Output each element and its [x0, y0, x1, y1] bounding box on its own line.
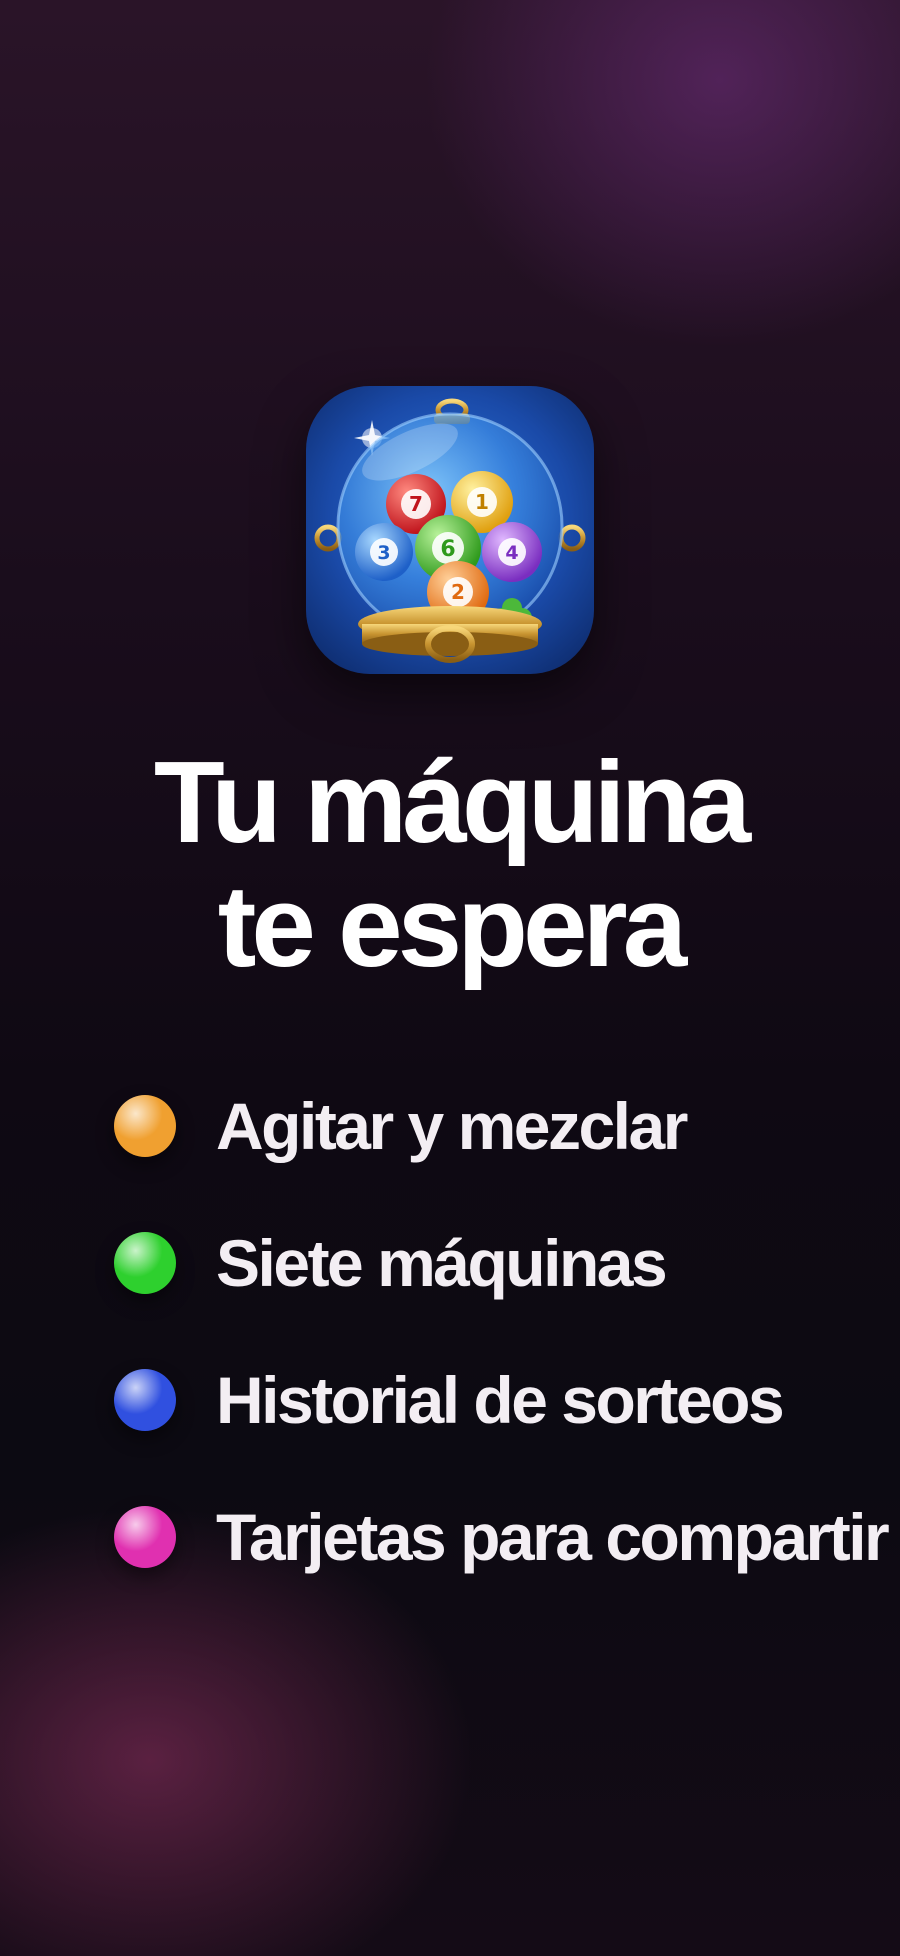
orange-ball-icon: [114, 1095, 176, 1157]
feature-list: Agitar y mezclar Siete máquinas Historia…: [0, 1058, 900, 1606]
svg-text:7: 7: [409, 492, 423, 516]
feature-label: Siete máquinas: [216, 1226, 668, 1300]
page-title-line-2: te espera: [217, 861, 687, 991]
feature-label: Tarjetas para compartir: [216, 1500, 890, 1574]
lottery-globe-icon: 7 1 3 6 4 2: [306, 386, 594, 674]
svg-text:2: 2: [451, 580, 465, 604]
page-title-line-1: Tu máquina: [153, 737, 751, 867]
svg-text:1: 1: [475, 490, 489, 514]
feature-item-shake-mix: Agitar y mezclar: [0, 1058, 900, 1195]
feature-item-share-cards: Tarjetas para compartir: [0, 1469, 900, 1606]
feature-item-draw-history: Historial de sorteos: [0, 1332, 900, 1469]
feature-item-seven-machines: Siete máquinas: [0, 1195, 900, 1332]
blue-ball-icon: [114, 1369, 176, 1431]
svg-text:3: 3: [377, 542, 390, 564]
green-ball-icon: [114, 1232, 176, 1294]
feature-label: Agitar y mezclar: [216, 1089, 688, 1163]
feature-label: Historial de sorteos: [216, 1363, 785, 1437]
page-title: Tu máquina te espera: [0, 740, 900, 988]
svg-text:6: 6: [440, 537, 455, 562]
svg-text:4: 4: [505, 542, 518, 564]
pink-ball-icon: [114, 1506, 176, 1568]
onboarding-screen: 7 1 3 6 4 2 Tu máquina te espera Agitar …: [0, 0, 900, 1956]
